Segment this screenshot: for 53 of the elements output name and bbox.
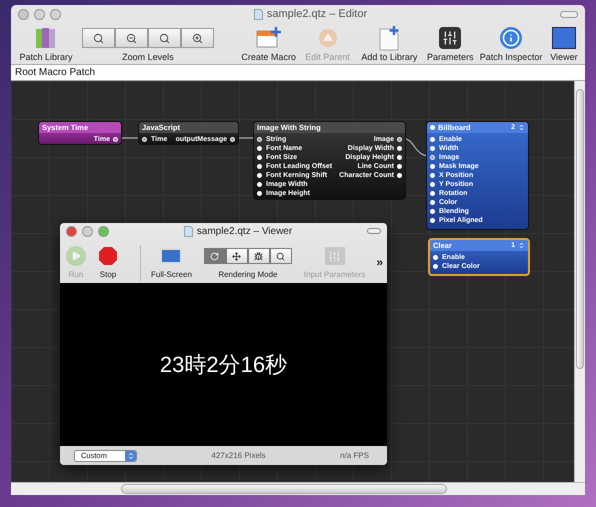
mode-segment[interactable] xyxy=(226,248,248,264)
magnifier-icon xyxy=(192,32,203,44)
rotate-icon xyxy=(210,252,220,260)
info-icon xyxy=(500,27,522,49)
fps-readout: n/a FPS xyxy=(340,450,369,462)
rendered-text: 23時2分16秒 xyxy=(160,351,288,379)
path-label: Root Macro Patch xyxy=(15,66,96,80)
document-icon xyxy=(184,226,193,236)
mode-segment[interactable] xyxy=(248,248,270,264)
toolbar-label[interactable]: Patch Library xyxy=(19,51,73,63)
zoom-segment[interactable] xyxy=(114,28,148,48)
pixel-size: 427x216 Pixels xyxy=(211,450,266,462)
magnifier-icon xyxy=(92,32,104,44)
toolbar-label[interactable]: Zoom Levels xyxy=(122,51,174,63)
window-icon xyxy=(552,27,576,49)
screen-icon xyxy=(160,248,182,264)
close-button[interactable] xyxy=(66,226,77,236)
zoom-segment[interactable] xyxy=(148,28,181,48)
toolbar-label[interactable]: Create Macro xyxy=(241,51,296,63)
toolbar-label[interactable]: Add to Library xyxy=(361,51,418,63)
toolbar-label[interactable]: Viewer xyxy=(550,51,578,63)
magnifier-icon xyxy=(126,32,137,44)
mode-segment[interactable] xyxy=(270,248,292,264)
horizontal-scrollbar[interactable] xyxy=(11,482,585,495)
toolbar-label[interactable]: Parameters xyxy=(426,51,474,63)
magnifier-icon xyxy=(158,32,170,44)
document-plus-icon xyxy=(377,25,402,51)
bug-icon xyxy=(254,252,264,260)
play-icon xyxy=(66,246,86,266)
toolbar-label[interactable]: Full-Screen xyxy=(151,269,192,281)
window-title: sample2.qtz – Viewer xyxy=(196,224,292,238)
sliders-icon xyxy=(324,247,345,265)
pill-button[interactable] xyxy=(367,228,381,234)
zoom-segment[interactable] xyxy=(180,28,214,48)
vertical-scrollbar[interactable] xyxy=(574,81,585,482)
magnifier-icon xyxy=(276,252,286,260)
scroll-thumb[interactable] xyxy=(576,89,584,369)
books-icon xyxy=(34,26,58,50)
stepper-icon[interactable] xyxy=(518,124,525,131)
stepper-icon[interactable] xyxy=(518,242,525,249)
overflow-button[interactable]: » xyxy=(376,253,383,271)
move-icon xyxy=(232,252,242,260)
window-plus-icon xyxy=(256,26,282,50)
toolbar-label[interactable]: Stop xyxy=(100,269,116,281)
stop-icon xyxy=(98,246,118,266)
document-icon xyxy=(254,9,263,20)
sliders-icon xyxy=(439,27,462,49)
toolbar-label[interactable]: Patch Inspector xyxy=(480,51,542,63)
scroll-thumb[interactable] xyxy=(121,484,447,494)
zoom-segment[interactable] xyxy=(82,28,115,48)
toolbar-label[interactable]: Rendering Mode xyxy=(218,269,278,281)
up-down-arrows-icon xyxy=(126,452,134,460)
window-title: sample2.qtz – Editor xyxy=(266,7,368,22)
